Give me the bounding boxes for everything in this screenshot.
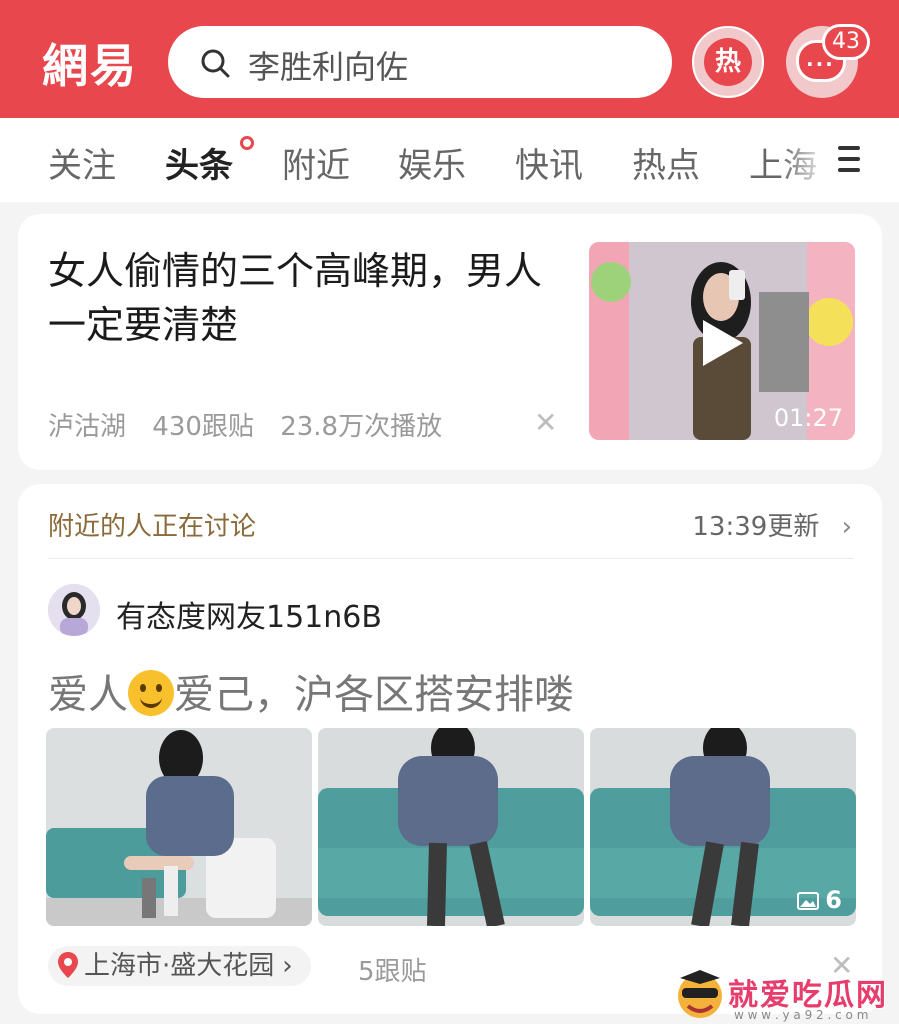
post-photo-1[interactable] [46, 728, 312, 926]
video-thumbnail[interactable]: 01:27 [589, 242, 855, 440]
tab-headlines[interactable]: 头条 [165, 138, 233, 187]
chevron-right-icon: › [841, 512, 852, 542]
image-icon [797, 892, 820, 910]
divider [48, 558, 854, 559]
update-time: 13:39更新 [692, 512, 820, 542]
post-text-part2: 爱己，沪各区搭安排喽 [174, 672, 574, 718]
chevron-right-icon: › [282, 951, 293, 981]
dismiss-icon[interactable]: ✕ [534, 406, 557, 439]
tab-entertainment[interactable]: 娱乐 [398, 138, 466, 187]
location-tag[interactable]: 上海市·盛大花园 › [48, 946, 311, 986]
tab-nearby[interactable]: 附近 [282, 138, 350, 187]
app-header: 網易 李胜利向佐 热 ··· 43 [0, 0, 899, 118]
update-link[interactable]: 13:39更新 › [692, 506, 852, 543]
avatar[interactable] [48, 584, 100, 636]
location-pin-icon [58, 952, 78, 978]
hot-list-button[interactable]: 热 [692, 26, 764, 98]
reply-count: 5跟贴 [358, 957, 427, 987]
post-photo-2[interactable] [318, 728, 584, 926]
article-source: 泸沽湖 [48, 412, 127, 442]
post-text-part1: 爱人 [48, 672, 128, 718]
search-bar[interactable]: 李胜利向佐 [168, 26, 672, 98]
video-duration: 01:27 [773, 404, 843, 432]
photo-count-value: 6 [825, 886, 842, 914]
menu-icon[interactable] [838, 146, 860, 179]
tab-hot[interactable]: 热点 [632, 138, 700, 187]
app-logo: 網易 [42, 39, 138, 93]
watermark: 就爱吃瓜网 w w w . y a 9 2 . c o m [674, 966, 886, 1024]
article-plays: 23.8万次播放 [280, 412, 443, 442]
post-photo-image [318, 728, 584, 926]
section-title: 附近的人正在讨论 [48, 512, 257, 542]
watermark-url: w w w . y a 9 2 . c o m [734, 1008, 869, 1022]
article-meta: 泸沽湖 430跟贴 23.8万次播放 [48, 406, 460, 443]
search-icon [201, 49, 230, 78]
photo-count: 6 [797, 886, 842, 914]
article-comments: 430跟贴 [152, 412, 254, 442]
location-name: 上海市·盛大花园 [84, 951, 275, 981]
tab-fade [780, 118, 830, 202]
tab-flash-news[interactable]: 快讯 [515, 138, 583, 187]
play-icon [703, 320, 743, 366]
article-title[interactable]: 女人偷情的三个高峰期，男人一定要清楚 [48, 244, 568, 352]
smile-emoji-icon [128, 670, 174, 716]
post-photo-3[interactable]: 6 [590, 728, 856, 926]
username[interactable]: 有态度网友151n6B [116, 592, 382, 636]
tab-new-dot [240, 136, 254, 150]
post-text[interactable]: 爱人 爱己，沪各区搭安排喽 [48, 662, 574, 720]
tab-follow[interactable]: 关注 [48, 138, 116, 187]
search-query: 李胜利向佐 [248, 48, 409, 86]
message-count-badge: 43 [822, 24, 870, 60]
avatar-image [48, 584, 100, 636]
channel-tabs: 关注 头条 附近 娱乐 快讯 热点 上海 [0, 118, 899, 202]
nearby-card: 附近的人正在讨论 13:39更新 › 有态度网友151n6B 爱人 爱己，沪各区搭… [18, 484, 882, 1014]
post-photo-image [46, 728, 312, 926]
hot-icon: 热 [704, 38, 752, 86]
mascot-logo [678, 970, 722, 1018]
article-card[interactable]: 女人偷情的三个高峰期，男人一定要清楚 泸沽湖 430跟贴 23.8万次播放 ✕ … [18, 214, 882, 470]
